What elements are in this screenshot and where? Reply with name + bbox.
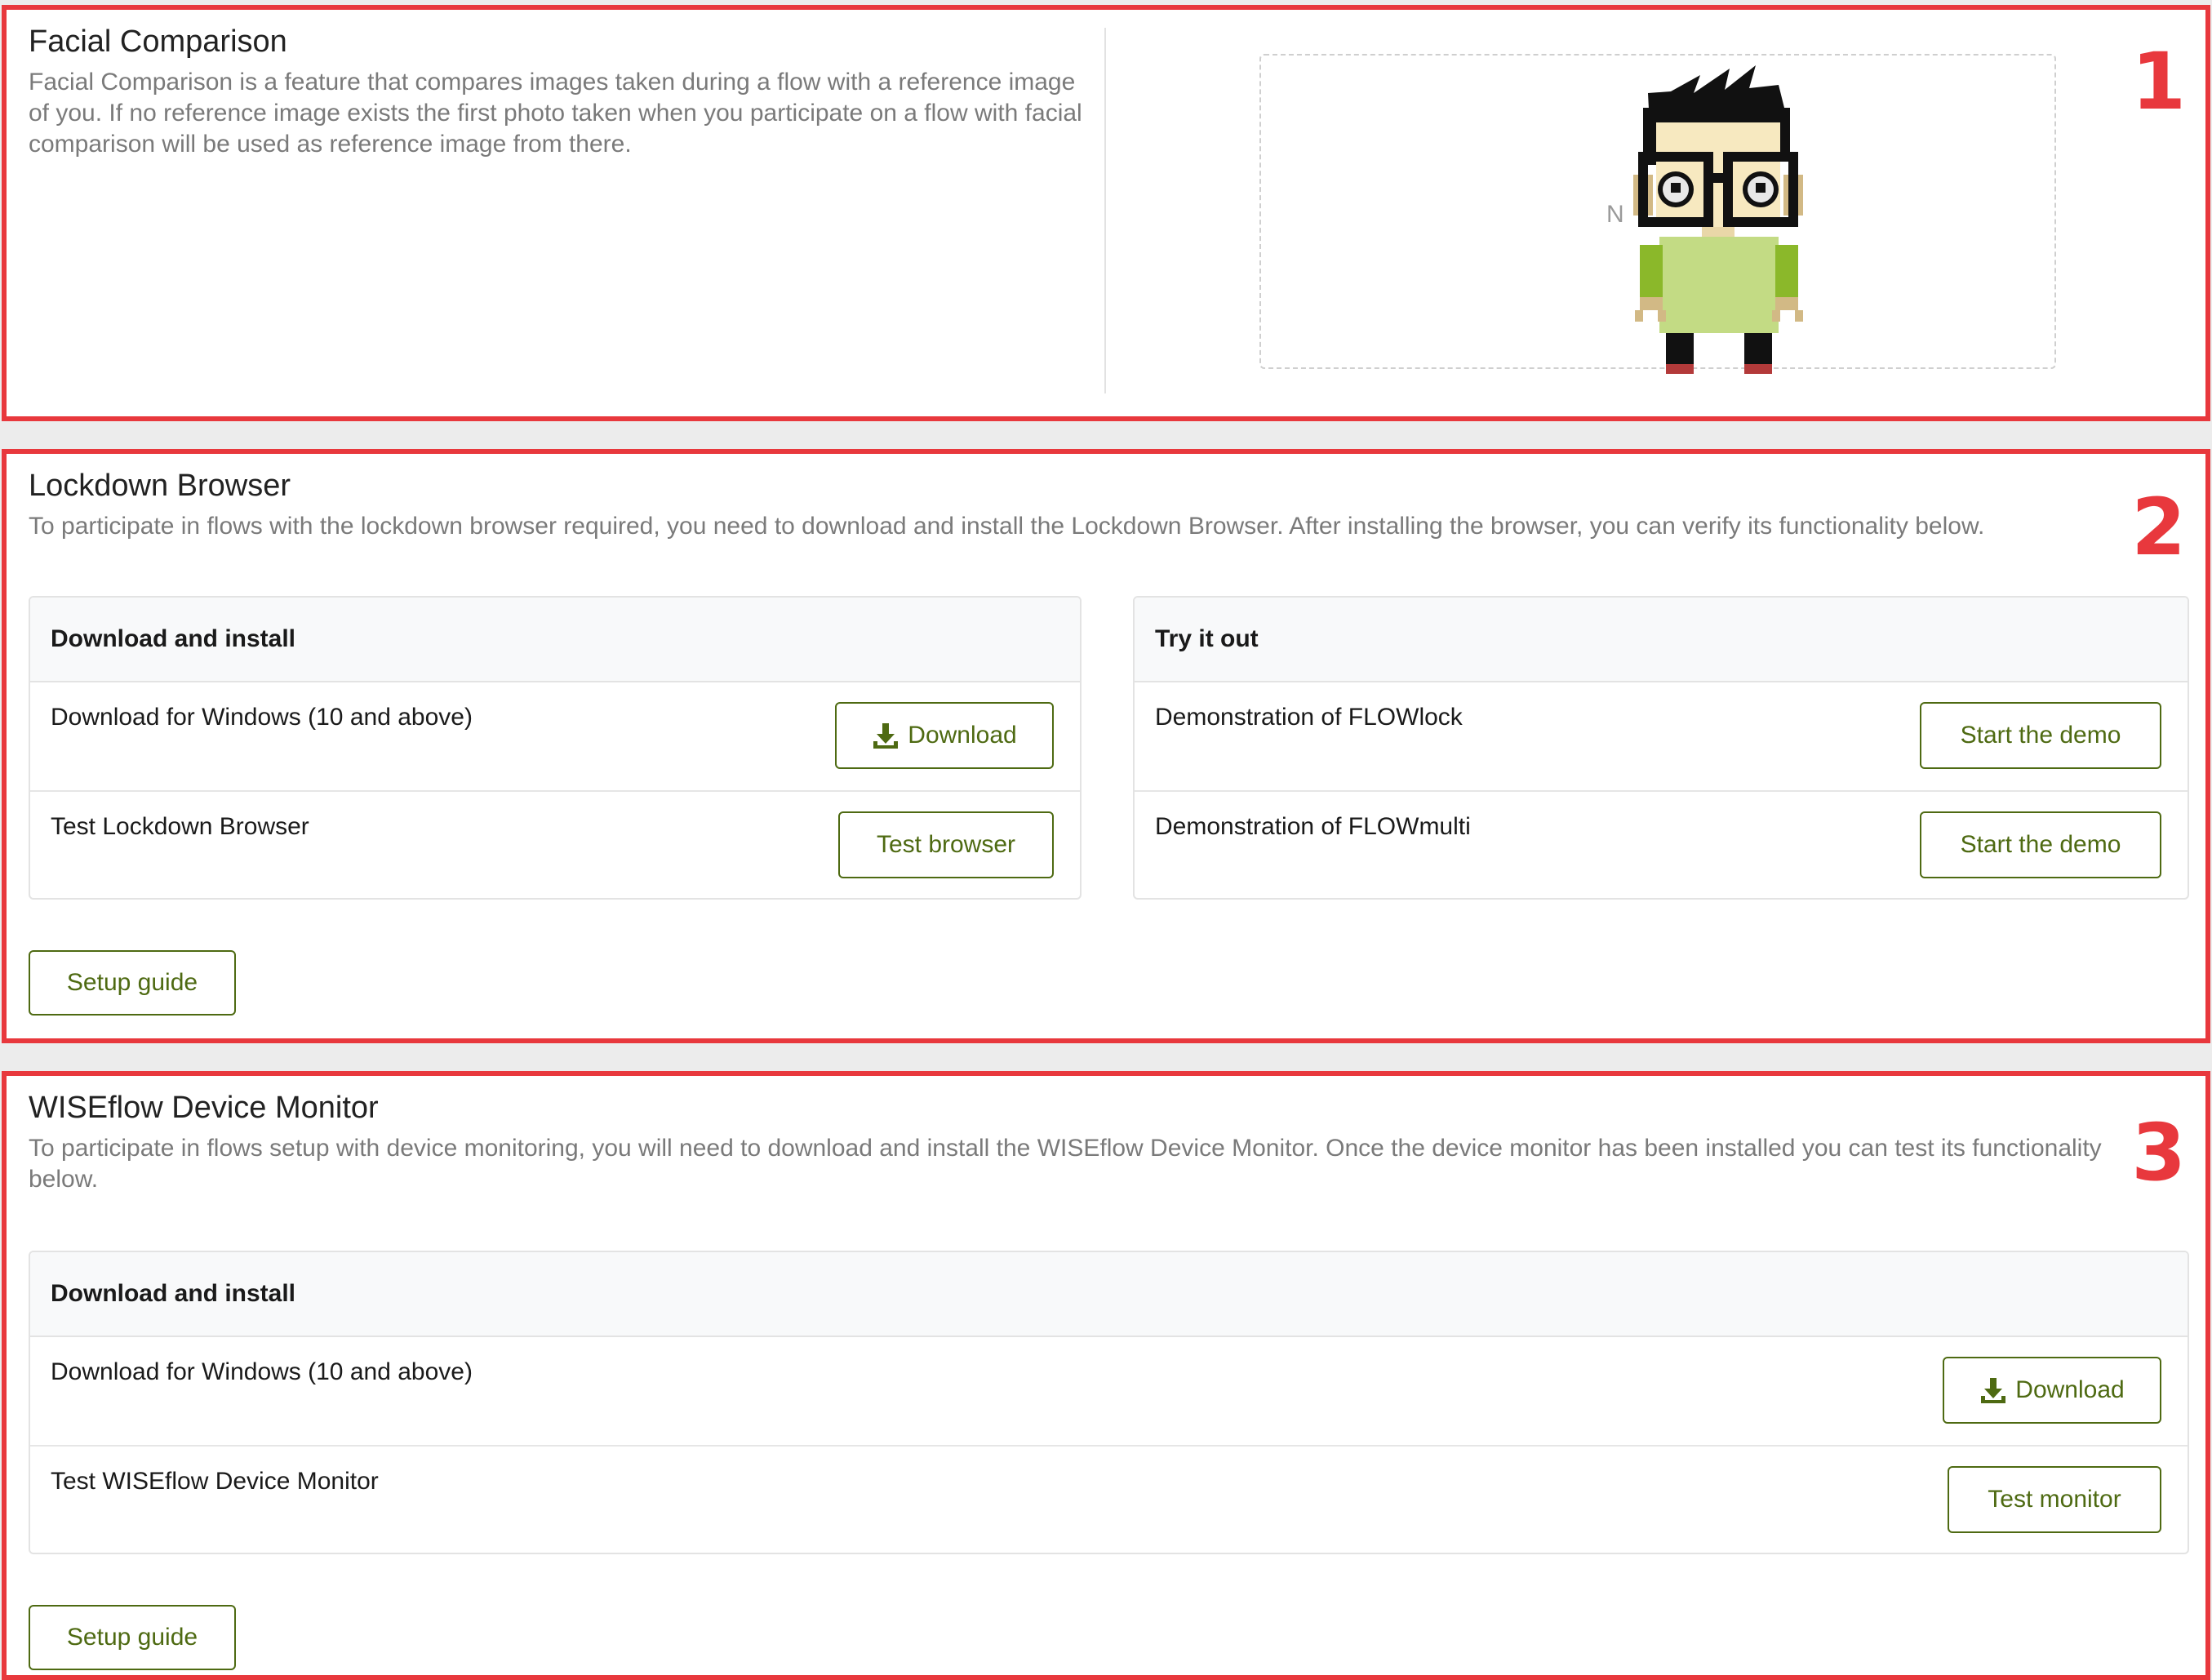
download-lockdown-button[interactable]: Download (835, 702, 1054, 769)
row-label: Demonstration of FLOWmulti (1155, 813, 1471, 840)
facial-comparison-description: Facial Comparison is a feature that comp… (29, 69, 1082, 158)
section-number-marker: 2 (2131, 482, 2186, 573)
card-header: Download and install (30, 1252, 2188, 1337)
download-icon (873, 723, 899, 749)
dropzone-placeholder-text: N (1606, 201, 1624, 228)
list-item: Test WISEflow Device Monitor Test monito… (30, 1447, 2188, 1553)
test-browser-button[interactable]: Test browser (838, 811, 1054, 878)
button-label: Download (908, 722, 1017, 749)
start-demo-flowmulti-button[interactable]: Start the demo (1920, 811, 2161, 878)
card-header: Try it out (1135, 598, 2188, 682)
lockdown-browser-section: Lockdown Browser To participate in flows… (2, 449, 2210, 1043)
section-divider (1104, 28, 1106, 393)
device-monitor-section: WISEflow Device Monitor To participate i… (2, 1071, 2210, 1680)
reference-image-dropzone[interactable]: N (1259, 54, 2056, 374)
list-item: Download for Windows (10 and above) Down… (30, 682, 1080, 792)
list-item: Demonstration of FLOWmulti Start the dem… (1135, 792, 2188, 898)
section-number-marker: 1 (2131, 36, 2186, 127)
list-item: Download for Windows (10 and above) Down… (30, 1337, 2188, 1447)
list-item: Test Lockdown Browser Test browser (30, 792, 1080, 898)
button-label: Download (2015, 1376, 2125, 1403)
row-label: Test WISEflow Device Monitor (51, 1468, 379, 1495)
row-label: Download for Windows (10 and above) (51, 704, 473, 731)
facial-comparison-title: Facial Comparison (29, 24, 287, 59)
device-monitor-title: WISEflow Device Monitor (29, 1091, 379, 1125)
row-label: Demonstration of FLOWlock (1155, 704, 1463, 731)
start-demo-flowlock-button[interactable]: Start the demo (1920, 702, 2161, 769)
monitor-install-card: Download and install Download for Window… (29, 1251, 2189, 1554)
row-label: Test Lockdown Browser (51, 813, 309, 840)
card-header: Download and install (30, 598, 1080, 682)
test-monitor-button[interactable]: Test monitor (1948, 1466, 2161, 1533)
monitor-setup-guide-button[interactable]: Setup guide (29, 1605, 236, 1670)
download-icon (1981, 1378, 2006, 1403)
download-monitor-button[interactable]: Download (1943, 1357, 2161, 1424)
row-label: Download for Windows (10 and above) (51, 1358, 473, 1385)
lockdown-browser-description: To participate in flows with the lockdow… (29, 513, 1985, 540)
list-item: Demonstration of FLOWlock Start the demo (1135, 682, 2188, 792)
device-monitor-description: To participate in flows setup with devic… (29, 1135, 2102, 1193)
lockdown-try-card: Try it out Demonstration of FLOWlock Sta… (1133, 596, 2189, 900)
facial-comparison-section: Facial Comparison Facial Comparison is a… (2, 5, 2210, 421)
section-number-marker: 3 (2131, 1107, 2186, 1198)
lockdown-setup-guide-button[interactable]: Setup guide (29, 950, 236, 1016)
lockdown-browser-title: Lockdown Browser (29, 469, 291, 503)
lockdown-install-card: Download and install Download for Window… (29, 596, 1082, 900)
avatar-illustration (1633, 65, 1803, 374)
